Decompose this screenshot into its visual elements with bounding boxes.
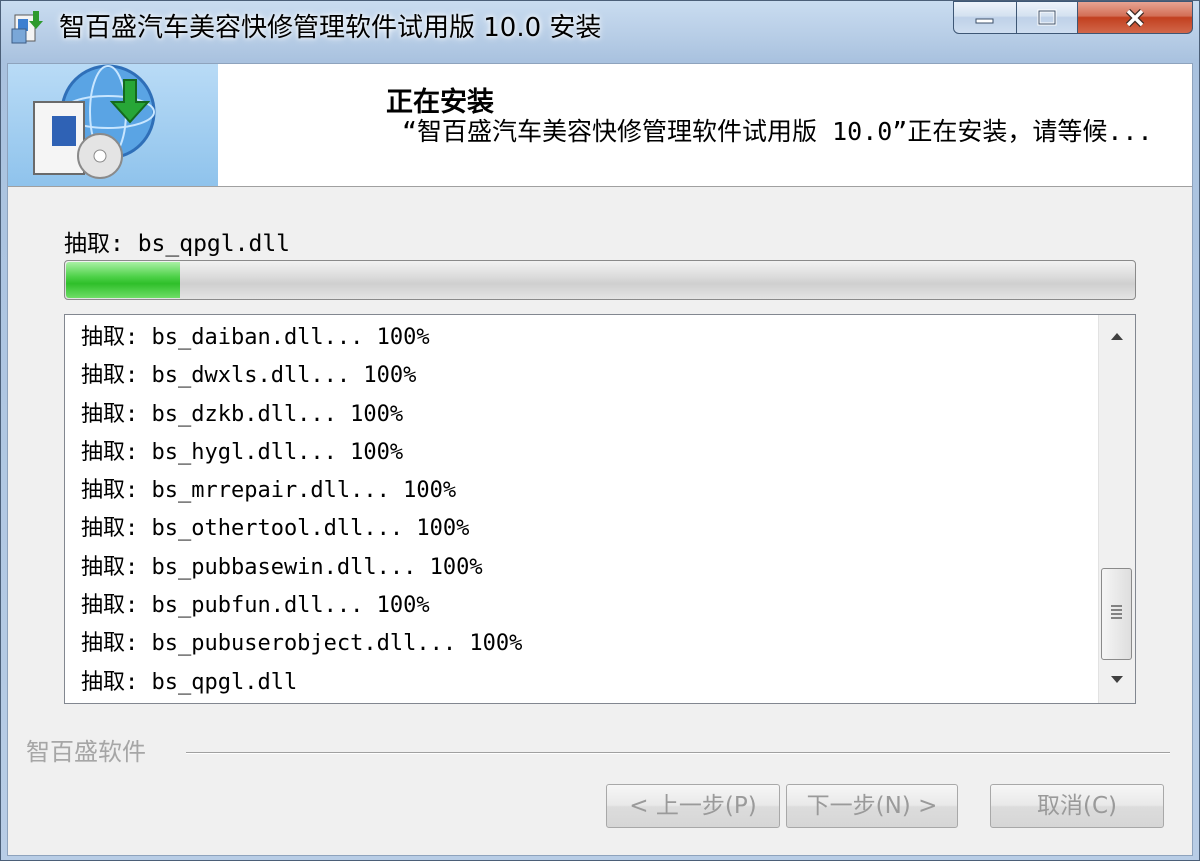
footer-divider xyxy=(186,752,1170,754)
scroll-thumb[interactable] xyxy=(1101,568,1132,660)
log-scrollbar[interactable] xyxy=(1098,315,1135,703)
header-panel: 正在安装 “智百盛汽车美容快修管理软件试用版 10.0”正在安装，请等候... xyxy=(8,64,1192,187)
header-logo xyxy=(8,64,218,186)
log-line: 抽取: bs_dwxls.dll... 100% xyxy=(81,363,417,389)
progress-label: 抽取: bs_qpgl.dll xyxy=(64,231,291,257)
minimize-icon xyxy=(954,2,1016,33)
close-icon xyxy=(1078,2,1192,33)
back-button[interactable]: < 上一步(P) xyxy=(606,784,780,828)
log-line: 抽取: bs_othertool.dll... 100% xyxy=(81,516,470,542)
next-button[interactable]: 下一步(N) > xyxy=(786,784,958,828)
log-line: 抽取: bs_pubfun.dll... 100% xyxy=(81,593,430,619)
log-line: 抽取: bs_daiban.dll... 100% xyxy=(81,325,430,350)
log-line: 抽取: bs_mrrepair.dll... 100% xyxy=(81,478,457,504)
log-list: 抽取: bs_daiban.dll... 100% 抽取: bs_dwxls.dl… xyxy=(81,315,1095,698)
progress-fill xyxy=(66,262,181,298)
installer-window: 智百盛汽车美容快修管理软件试用版 10.0 安装 正在安装 “智百盛汽车美容快修… xyxy=(0,0,1200,861)
title-bar[interactable]: 智百盛汽车美容快修管理软件试用版 10.0 安装 xyxy=(1,1,1199,63)
installer-icon xyxy=(9,9,45,47)
minimize-button[interactable] xyxy=(953,1,1017,34)
log-line: 抽取: bs_dzkb.dll... 100% xyxy=(81,401,404,427)
log-line: 抽取: bs_pubuserobject.dll... 100% xyxy=(81,631,523,657)
log-line: 抽取: bs_hygl.dll... 100% xyxy=(81,439,404,465)
scroll-up-arrow-icon[interactable] xyxy=(1099,319,1135,353)
brand-label: 智百盛软件 xyxy=(26,738,146,766)
close-button[interactable] xyxy=(1077,1,1193,34)
installer-client-area: 正在安装 “智百盛汽车美容快修管理软件试用版 10.0”正在安装，请等候... … xyxy=(7,63,1193,856)
header-title: 正在安装 xyxy=(386,87,494,118)
window-title: 智百盛汽车美容快修管理软件试用版 10.0 安装 xyxy=(59,13,602,43)
scroll-down-arrow-icon[interactable] xyxy=(1099,663,1135,697)
cancel-button[interactable]: 取消(C) xyxy=(990,784,1164,828)
header-description: “智百盛汽车美容快修管理软件试用版 10.0”正在安装，请等候... xyxy=(402,117,1153,146)
maximize-icon xyxy=(1017,2,1077,33)
maximize-button[interactable] xyxy=(1016,1,1078,34)
log-line: 抽取: bs_qpgl.dll xyxy=(81,669,298,695)
log-line: 抽取: bs_pubbasewin.dll... 100% xyxy=(81,554,483,580)
progress-bar xyxy=(64,260,1136,300)
details-log[interactable]: 抽取: bs_daiban.dll... 100% 抽取: bs_dwxls.dl… xyxy=(64,314,1136,704)
